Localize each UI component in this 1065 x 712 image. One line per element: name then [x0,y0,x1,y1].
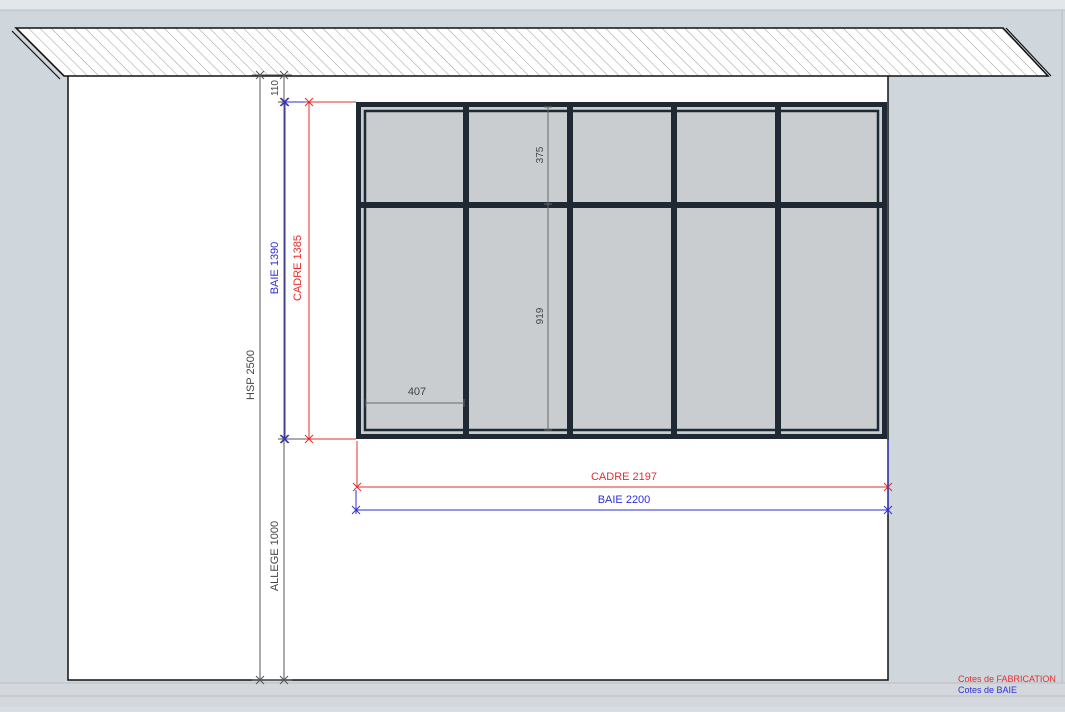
cadre-height-label: CADRE 1385 [292,235,304,301]
pane-width-label: 407 [408,386,426,398]
upper-pane-height-label: 375 [535,146,546,163]
allege-label: ALLEGE 1000 [269,521,281,591]
lower-pane-height-label: 919 [535,307,546,324]
top-gap-label: 110 [270,80,281,96]
mullion [463,107,469,434]
mullion [775,107,781,434]
ceiling-slab [14,27,1050,77]
mullion [567,107,573,434]
transom [361,202,882,208]
elevation-drawing: HSP 2500 110 ALLEGE 1000 BAIE 1390 CADRE… [0,0,1065,707]
mullion [671,107,677,434]
hsp-label: HSP 2500 [245,350,257,400]
legend-fabrication: Cotes de FABRICATION [958,674,1056,684]
legend-baie: Cotes de BAIE [958,685,1017,695]
window-glass [361,107,882,434]
floor-band [0,683,1065,707]
baie-height-label: BAIE 1390 [269,242,281,295]
top-band [0,0,1065,10]
cadre-width-label: CADRE 2197 [591,471,657,483]
window [356,102,887,439]
drawing-canvas: HSP 2500 110 ALLEGE 1000 BAIE 1390 CADRE… [0,0,1065,707]
baie-width-label: BAIE 2200 [598,494,651,506]
